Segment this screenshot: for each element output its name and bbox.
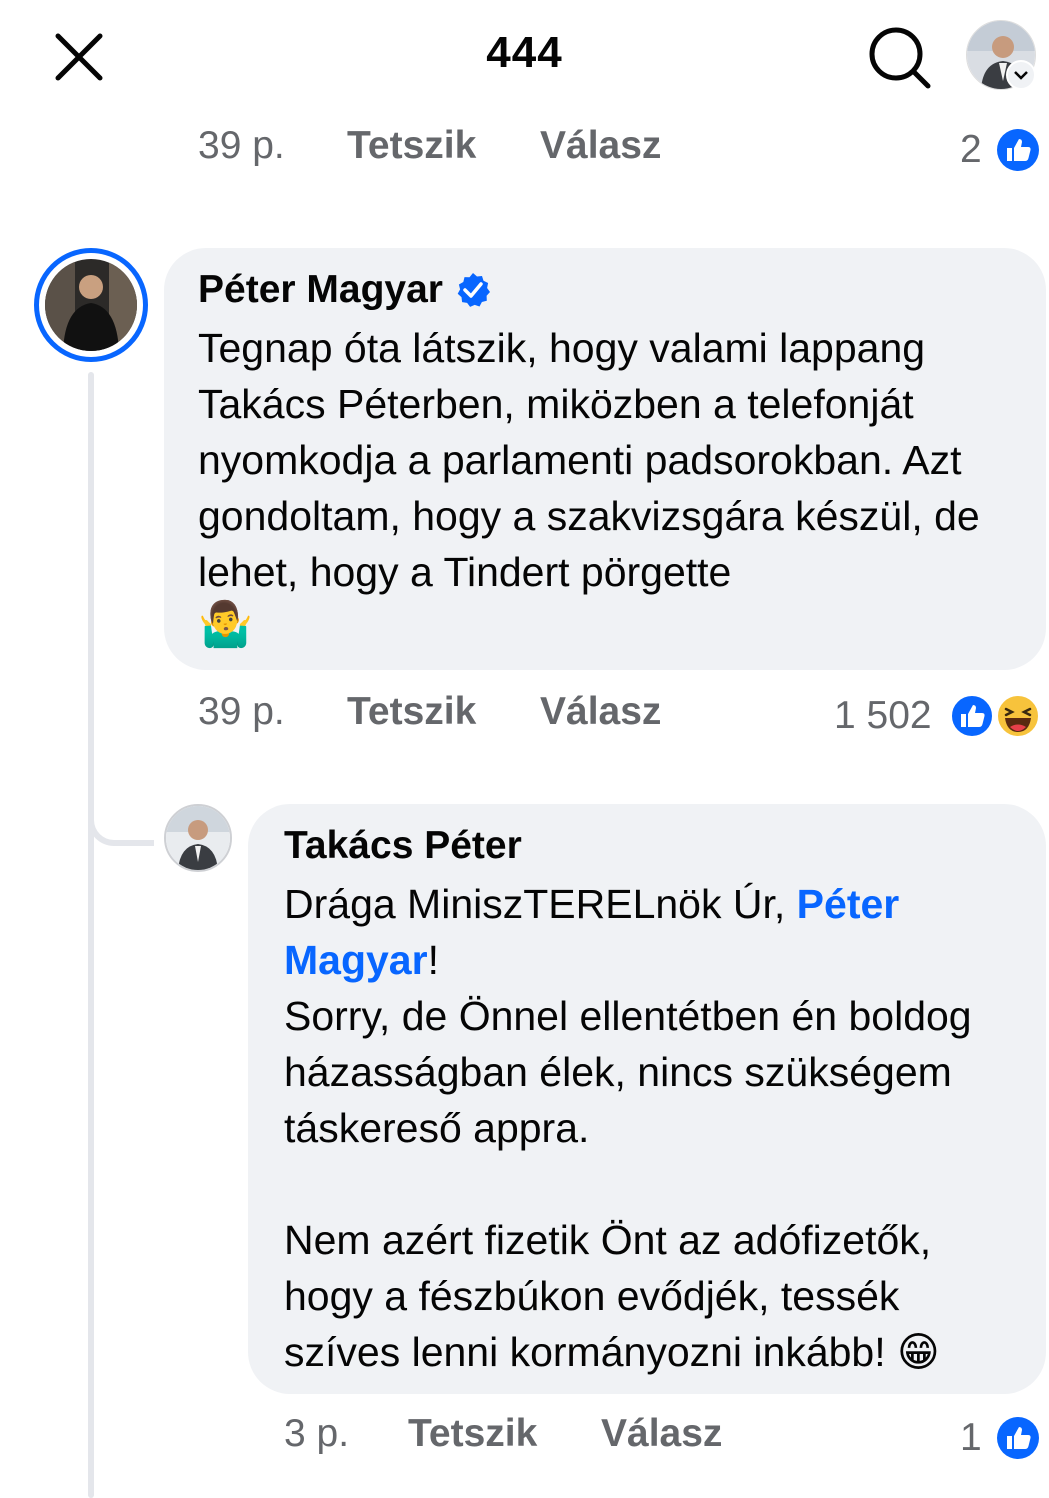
mention-link[interactable]: Magyar (284, 937, 428, 983)
like-button[interactable]: Tetszik (347, 690, 476, 734)
thread-line (88, 372, 94, 1498)
search-icon (869, 27, 931, 89)
comment-text-content: Tegnap óta látszik, hogy valami lappang … (198, 325, 992, 595)
haha-reaction-icon (996, 694, 1040, 738)
reply-text-after: ! (427, 937, 439, 983)
search-button[interactable] (866, 24, 932, 90)
comment-author[interactable]: Péter Magyar (198, 268, 443, 312)
profile-menu-button[interactable] (966, 20, 1038, 92)
thread-connector (88, 782, 154, 846)
like-reaction-icon (997, 1417, 1039, 1459)
mention-link[interactable]: Péter (797, 881, 900, 927)
comment-text: Tegnap óta látszik, hogy valami lappang … (198, 320, 1018, 600)
reply-paragraph-3: Nem azért fizetik Önt az adófizetők, hog… (284, 1217, 943, 1375)
reply-button[interactable]: Válasz (601, 1412, 722, 1456)
like-reaction-icon (997, 129, 1039, 171)
reaction-count[interactable]: 1 502 (834, 694, 932, 738)
reply-text-before: Drága MiniszTERELnök Úr, (284, 881, 797, 927)
reply-button[interactable]: Válasz (540, 124, 661, 168)
comment-time: 39 p. (198, 124, 285, 167)
comment-bubble: Péter Magyar Tegnap óta látszik, hogy va… (164, 248, 1046, 670)
previous-comment-actions: 39 p. Tetszik Válasz (0, 124, 1049, 174)
comment-time: 39 p. (198, 690, 285, 733)
reply-paragraph-2: Sorry, de Önnel ellentétben én boldog há… (284, 993, 984, 1151)
author-avatar[interactable] (34, 248, 148, 362)
verified-badge-icon (457, 273, 490, 307)
reply-author-avatar[interactable] (164, 804, 232, 872)
like-reaction-icon (950, 694, 994, 738)
reaction-count[interactable]: 1 (960, 1416, 982, 1460)
chevron-down-icon (1006, 60, 1036, 90)
reply-bubble: Takács Péter Drága MiniszTERELnök Úr, Pé… (248, 804, 1046, 1394)
reply-actions: 3 p. Tetszik Válasz (0, 1412, 1049, 1462)
shrug-emoji: 🤷‍♂️ (198, 600, 253, 649)
like-button[interactable]: Tetszik (347, 124, 476, 168)
like-button[interactable]: Tetszik (408, 1412, 537, 1456)
reply-button[interactable]: Válasz (540, 690, 661, 734)
reaction-count[interactable]: 2 (960, 128, 982, 172)
reply-time: 3 p. (284, 1412, 350, 1455)
grin-emoji: 😁 (897, 1329, 940, 1375)
reply-text: Drága MiniszTERELnök Úr, Péter Magyar! S… (284, 876, 1024, 1380)
reply-author[interactable]: Takács Péter (284, 824, 522, 868)
